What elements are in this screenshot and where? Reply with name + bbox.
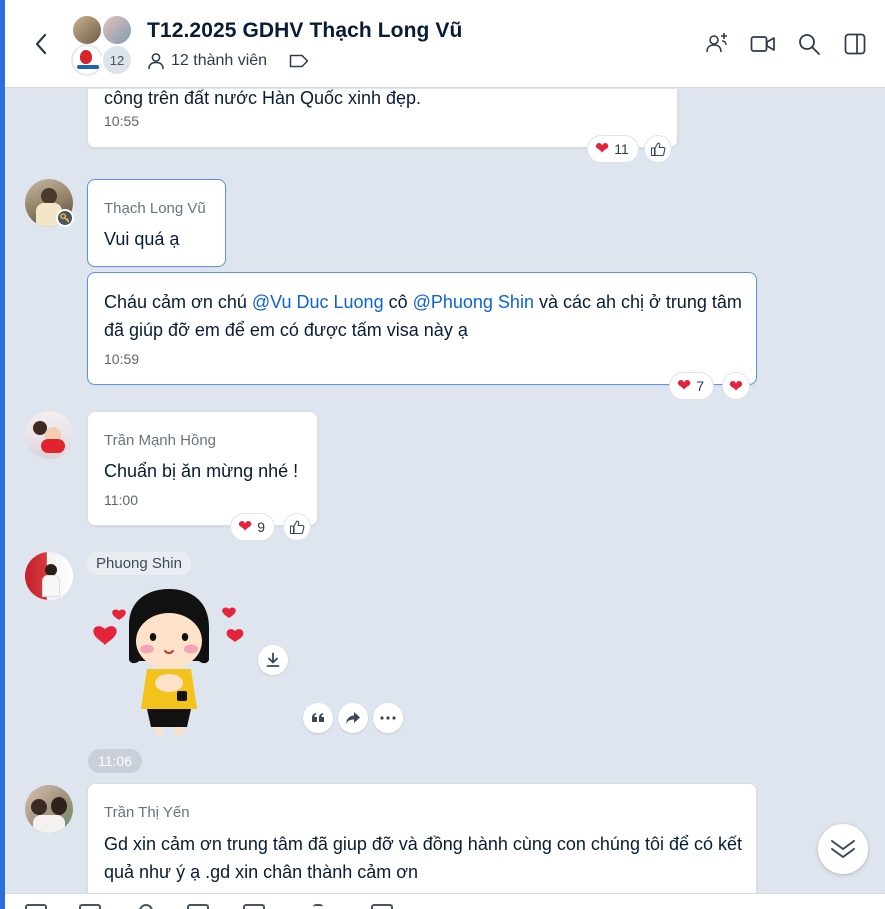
search-button[interactable] xyxy=(793,28,825,60)
video-call-button[interactable] xyxy=(747,28,779,60)
search-icon xyxy=(799,34,820,55)
format-tool-icon[interactable] xyxy=(313,904,323,909)
group-avatar[interactable]: 12 xyxy=(71,14,133,76)
more-options-button[interactable] xyxy=(373,703,403,733)
message-time-chip: 11:06 xyxy=(88,749,142,773)
thumbs-up-icon xyxy=(650,142,666,157)
header-actions xyxy=(701,28,871,60)
reaction-summary[interactable]: ❤ 7 xyxy=(670,373,714,399)
heart-react-button[interactable]: ❤ xyxy=(723,373,749,399)
back-icon xyxy=(35,33,47,55)
mention-link[interactable]: @Vu Duc Luong xyxy=(252,292,384,312)
reaction-summary[interactable]: ❤ 11 xyxy=(588,136,638,162)
sticker-tool-icon[interactable] xyxy=(25,904,47,909)
add-member-button[interactable] xyxy=(701,28,733,60)
more-icon xyxy=(380,716,396,720)
sender-name: Trần Thị Yến xyxy=(104,804,190,821)
back-button[interactable] xyxy=(27,30,55,58)
heart-icon: ❤ xyxy=(595,139,610,158)
heart-icon: ❤ xyxy=(677,376,692,395)
members-label: 12 thành viên xyxy=(171,52,268,69)
double-chevron-down-icon xyxy=(831,840,855,858)
video-call-icon xyxy=(750,36,775,52)
quote-button[interactable] xyxy=(303,703,333,733)
key-badge-icon xyxy=(56,209,74,227)
sender-name-chip: Phuong Shin xyxy=(87,552,191,575)
message-bubble[interactable]: Cháu cảm ơn chú @Vu Duc Luong cô @Phuong… xyxy=(87,272,757,385)
reaction-summary[interactable]: ❤ 9 xyxy=(231,514,275,540)
download-button[interactable] xyxy=(258,645,288,675)
member-avatar xyxy=(101,14,133,46)
sticker-image[interactable] xyxy=(89,579,249,739)
member-count-badge: 12 xyxy=(101,44,133,76)
message-bubble[interactable]: Thạch Long Vũ Vui quá ạ xyxy=(87,179,226,267)
like-button[interactable] xyxy=(645,136,671,162)
screenshot-tool-icon[interactable] xyxy=(187,904,209,909)
chat-header: 12 T12.2025 GDHV Thạch Long Vũ 12 thành … xyxy=(5,0,885,88)
message-text-part: Cháu cảm ơn chú xyxy=(104,292,252,312)
heart-icon: ❤ xyxy=(238,517,253,536)
message-bubble[interactable]: công trên đất nước Hàn Quốc xinh đẹp. 10… xyxy=(87,89,678,148)
message-bubble[interactable]: Trần Mạnh Hồng Chuẩn bị ăn mừng nhé ! 11… xyxy=(87,411,318,526)
message-time: 10:55 xyxy=(104,113,140,129)
image-tool-icon[interactable] xyxy=(79,904,101,909)
member-avatar xyxy=(71,44,103,76)
message-bubble[interactable]: Trần Thị Yến Gd xin cảm ơn trung tâm đã … xyxy=(87,783,757,893)
message-time: 10:59 xyxy=(104,351,140,367)
chat-window: 12 T12.2025 GDHV Thạch Long Vũ 12 thành … xyxy=(0,0,885,909)
avatar[interactable] xyxy=(25,411,73,459)
tag-icon[interactable] xyxy=(289,54,309,68)
reaction-count: 7 xyxy=(696,378,705,394)
message-text: công trên đất nước Hàn Quốc xinh đẹp. xyxy=(104,89,422,108)
download-icon xyxy=(266,652,280,667)
group-title[interactable]: T12.2025 GDHV Thạch Long Vũ xyxy=(147,19,462,43)
more-tool-icon[interactable] xyxy=(371,904,393,909)
like-button[interactable] xyxy=(284,514,310,540)
member-avatar xyxy=(71,14,103,46)
add-member-icon xyxy=(706,33,727,53)
message-text: Vui quá ạ xyxy=(104,229,180,249)
sidebar-toggle-icon xyxy=(844,33,866,55)
avatar[interactable] xyxy=(25,552,73,600)
scroll-to-bottom-button[interactable] xyxy=(818,824,868,874)
forward-button[interactable] xyxy=(338,703,368,733)
mention-link[interactable]: @Phuong Shin xyxy=(413,292,534,312)
heart-icon: ❤ xyxy=(728,376,744,396)
message-text: Gd xin cảm ơn trung tâm đã giup đỡ và đồ… xyxy=(104,834,743,882)
attach-tool-icon[interactable] xyxy=(139,904,153,909)
composer-toolbar xyxy=(5,893,885,909)
message-list[interactable]: công trên đất nước Hàn Quốc xinh đẹp. 10… xyxy=(5,89,885,893)
message-time: 11:00 xyxy=(104,492,138,508)
avatar[interactable] xyxy=(25,785,73,833)
quote-icon xyxy=(312,713,324,722)
message-text: Chuẩn bị ăn mừng nhé ! xyxy=(104,461,299,481)
thumbs-up-icon xyxy=(289,520,305,535)
message-text: Cháu cảm ơn chú @Vu Duc Luong cô @Phuong… xyxy=(104,288,744,344)
reaction-count: 9 xyxy=(257,519,266,535)
forward-icon xyxy=(346,712,360,724)
reaction-count: 11 xyxy=(614,141,629,157)
contact-card-tool-icon[interactable] xyxy=(243,904,265,909)
sender-name: Trần Mạnh Hồng xyxy=(104,432,217,449)
members-link[interactable]: 12 thành viên xyxy=(147,52,309,70)
message-text-part: cô xyxy=(383,292,413,312)
sidebar-toggle-button[interactable] xyxy=(839,28,871,60)
person-icon xyxy=(148,53,164,70)
sender-name: Thạch Long Vũ xyxy=(104,200,206,217)
